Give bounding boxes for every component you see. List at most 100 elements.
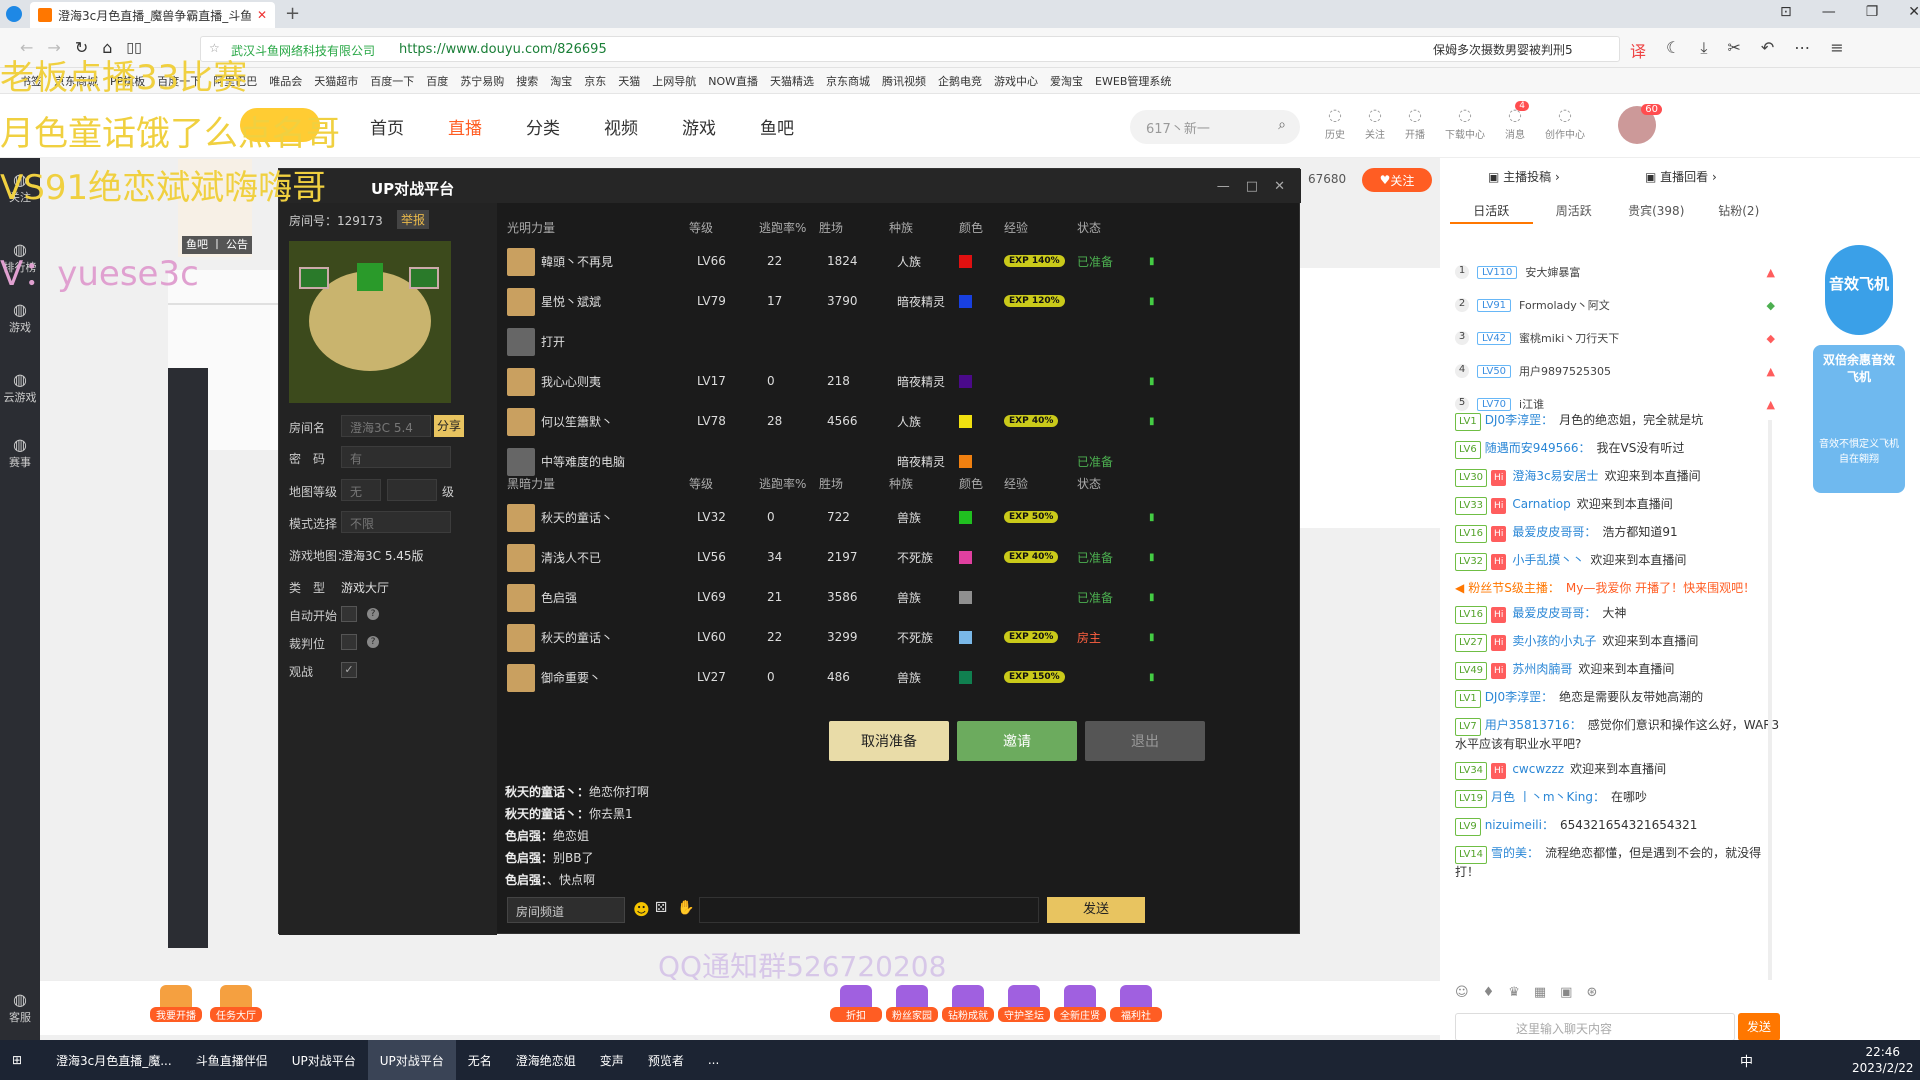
bookmark-item[interactable]: 游戏中心 [994, 73, 1038, 89]
report-button[interactable]: 举报 [397, 210, 430, 229]
taskbar-item[interactable]: 斗鱼直播伴侣 [184, 1040, 280, 1080]
bookmark-item[interactable]: 天猫超市 [314, 73, 358, 89]
header-create[interactable]: ◌ 创作中心 [1545, 105, 1585, 141]
gift-item[interactable]: 福利社 [1110, 985, 1162, 1022]
rank-tab[interactable]: 钻粉(2) [1698, 196, 1781, 224]
bookmark-item[interactable]: NOW直播 [708, 73, 758, 89]
close-window-icon[interactable]: ✕ [1908, 4, 1920, 20]
player-row[interactable]: 秋天的童话丶 LV60 22 3299 不死族 EXP 20% 房主 ▮ [499, 617, 1294, 657]
moon-icon[interactable]: ☾ [1666, 38, 1680, 62]
header-history[interactable]: ◌ 历史 [1325, 105, 1345, 141]
player-row[interactable]: 何以笙簫默丶 LV78 28 4566 人族 EXP 40% ▮ [499, 401, 1294, 441]
nav-item[interactable]: 分类 [526, 114, 560, 139]
mode-select[interactable]: 不限 [341, 511, 451, 533]
bookmark-item[interactable]: 爱淘宝 [1050, 73, 1083, 89]
maximize-icon[interactable]: ❐ [1866, 4, 1879, 20]
taskbar-item[interactable]: ... [696, 1040, 731, 1080]
follow-button[interactable]: ♥ 关注 [1362, 168, 1432, 192]
header-download[interactable]: ◌ 下载中心 [1445, 105, 1485, 141]
anchor-submit-link[interactable]: ▣ 主播投稿 › [1488, 168, 1560, 185]
rank-row[interactable]: 4 LV50 用户9897525305 ▲ [1455, 357, 1775, 385]
bookmark-item[interactable]: 腾讯视频 [882, 73, 926, 89]
bookmark-item[interactable]: 京东 [584, 73, 606, 89]
channel-select[interactable]: 房间频道 [507, 897, 625, 923]
nav-item[interactable]: 直播 [448, 114, 482, 139]
bookmark-item[interactable]: EWEB管理系统 [1095, 73, 1171, 89]
help-icon[interactable]: ? [367, 636, 379, 648]
chat-text-input[interactable] [699, 897, 1039, 923]
search-icon[interactable]: ⌕ [1278, 117, 1286, 133]
chat-send-button[interactable]: 发送 [1738, 1013, 1780, 1041]
player-row[interactable]: 清浅人不已 LV56 34 2197 不死族 EXP 40% 已准备 ▮ [499, 537, 1294, 577]
user-avatar[interactable]: 60 [1618, 104, 1662, 144]
scissors-icon[interactable]: ✂ [1727, 38, 1740, 62]
bookmark-item[interactable]: 百度 [426, 73, 448, 89]
rank-tab[interactable]: 贵宾(398) [1615, 196, 1698, 224]
header-heart[interactable]: ◌ 关注 [1365, 105, 1385, 141]
cancel-ready-button[interactable]: 取消准备 [829, 721, 949, 761]
bookmark-item[interactable]: 上网导航 [652, 73, 696, 89]
gift-icon[interactable]: ♛ [1508, 985, 1520, 1000]
help-icon[interactable]: ? [367, 608, 379, 620]
nav-item[interactable]: 鱼吧 [760, 114, 794, 139]
room-name-field[interactable]: 澄海3C 5.4 [341, 415, 431, 437]
url-field[interactable]: ☆ 武汉斗鱼网络科技有限公司 https://www.douyu.com/826… [200, 36, 1620, 62]
player-row[interactable]: 我心心则夷 LV17 0 218 暗夜精灵 ▮ [499, 361, 1294, 401]
bookmark-item[interactable]: 唯品会 [269, 73, 302, 89]
rank-row[interactable]: 1 LV110 安大婶暴富 ▲ [1455, 258, 1775, 286]
taskbar-item[interactable]: 澄海3c月色直播_魔... [44, 1040, 184, 1080]
gift-item[interactable]: 折扣 [830, 985, 882, 1022]
send-button[interactable]: 发送 [1047, 897, 1145, 923]
emoji-icon[interactable]: ☺ [1455, 985, 1469, 1000]
emoji-icon[interactable]: ☻ [633, 900, 650, 919]
auto-start-checkbox[interactable] [341, 606, 357, 622]
rank-row[interactable]: 2 LV91 Formolady丶阿文 ◆ [1455, 291, 1775, 319]
map-level-input[interactable] [387, 479, 437, 501]
fans-icon[interactable]: ♦ [1483, 985, 1495, 1000]
ime-indicator[interactable]: 中 [1740, 1051, 1753, 1070]
up-maximize-icon[interactable]: □ [1246, 179, 1258, 194]
judge-checkbox[interactable] [341, 634, 357, 650]
taskbar-item[interactable]: 预览者 [636, 1040, 696, 1080]
rank-tab[interactable]: 日活跃 [1450, 196, 1533, 224]
player-row[interactable]: 色启强 LV69 21 3586 兽族 已准备 ▮ [499, 577, 1294, 617]
up-minimize-icon[interactable]: — [1217, 179, 1230, 194]
gift-item[interactable]: 全新庄贤 [1054, 985, 1106, 1022]
rank-tab[interactable]: 周活跃 [1533, 196, 1616, 224]
bookmark-item[interactable]: 淘宝 [550, 73, 572, 89]
sidebar-item[interactable]: ◍ 赛事 [0, 435, 40, 470]
new-tab-icon[interactable]: + [285, 3, 300, 24]
player-row[interactable]: 御命重要丶 LV27 0 486 兽族 EXP 150% ▮ [499, 657, 1294, 697]
gift-item[interactable]: 任务大厅 [210, 985, 262, 1022]
player-row[interactable]: 星悦丶斌斌 LV79 17 3790 暗夜精灵 EXP 120% ▮ [499, 281, 1294, 321]
gift-item[interactable]: 粉丝家园 [886, 985, 938, 1022]
map-level-select[interactable]: 无 [341, 479, 381, 501]
taskbar-item[interactable]: 澄海绝恋姐 [504, 1040, 588, 1080]
nav-item[interactable]: 游戏 [682, 114, 716, 139]
taskbar-item[interactable]: UP对战平台 [367, 1040, 456, 1080]
sidebar-item[interactable]: ◍ 游戏 [0, 300, 40, 335]
promo-banner[interactable]: 音效飞机 双倍余惠音效飞机 音效不惧定义飞机自在翱翔 [1813, 245, 1905, 505]
bookmark-item[interactable]: 天猫精选 [770, 73, 814, 89]
bookmark-item[interactable]: 百度一下 [370, 73, 414, 89]
sidebar-item[interactable]: ◍ 云游戏 [0, 370, 40, 405]
hand-icon[interactable]: ✋ [677, 900, 694, 916]
nav-item[interactable]: 首页 [370, 114, 404, 139]
bookmark-item[interactable]: 京东商城 [826, 73, 870, 89]
menu-icon[interactable]: ≡ [1830, 38, 1843, 62]
dice-icon[interactable]: ⚄ [655, 900, 667, 916]
up-close-icon[interactable]: ✕ [1274, 179, 1285, 194]
chat-scrollbar[interactable] [1768, 420, 1772, 980]
password-field[interactable]: 有 [341, 446, 451, 468]
bookmark-item[interactable]: 企鹅电竞 [938, 73, 982, 89]
more-icon[interactable]: ⋯ [1794, 38, 1810, 62]
clock[interactable]: 22:46 2023/2/22 [1852, 1044, 1914, 1076]
news-ticker[interactable]: 保姆多次摄数男婴被判刑5 [1433, 41, 1573, 58]
header-bell[interactable]: ◌ 消息 4 [1505, 101, 1529, 141]
browser-tab[interactable]: 澄海3c月色直播_魔兽争霸直播_斗鱼 ✕ [30, 2, 275, 28]
gift-item[interactable]: 守护圣坛 [998, 985, 1050, 1022]
chat-input[interactable]: 这里输入聊天内容 [1455, 1013, 1735, 1041]
player-row[interactable]: 韓頭丶不再見 LV66 22 1824 人族 EXP 140% 已准备 ▮ [499, 241, 1294, 281]
grid-icon[interactable]: ▦ [1534, 985, 1546, 1000]
header-camera[interactable]: ◌ 开播 [1405, 105, 1425, 141]
